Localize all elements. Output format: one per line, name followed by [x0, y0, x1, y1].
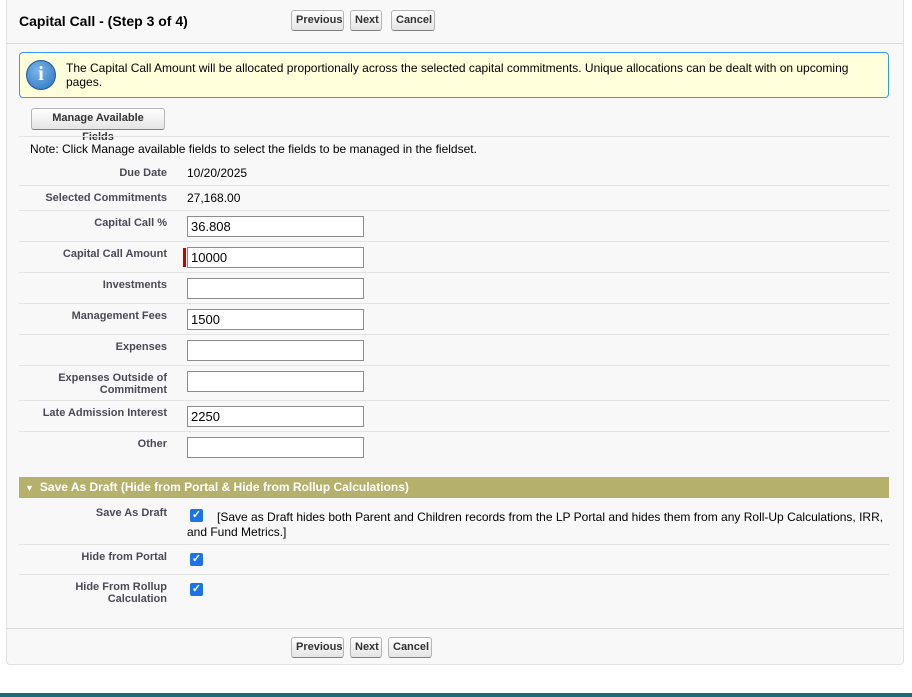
divider — [19, 574, 889, 575]
investments-label: Investments — [102, 279, 167, 291]
top-cancel-button[interactable]: Cancel — [391, 10, 435, 31]
hide-from-rollup-label-line1: Hide From Rollup — [75, 581, 167, 593]
manage-available-fields-button[interactable]: Manage Available Fields — [31, 108, 165, 143]
save-as-draft-label: Save As Draft — [95, 507, 167, 519]
divider — [19, 210, 889, 211]
info-message-text: The Capital Call Amount will be allocate… — [66, 61, 849, 89]
capital-call-pct-input[interactable] — [187, 216, 364, 237]
divider — [19, 185, 889, 186]
hide-from-rollup-label-line2: Calculation — [107, 593, 167, 605]
top-previous-button[interactable]: Previous — [291, 10, 344, 31]
late-admission-interest-input[interactable] — [187, 406, 364, 427]
hide-from-rollup-checkbox[interactable]: ✓ — [190, 583, 203, 596]
expenses-outside-label-line2: Commitment — [99, 384, 167, 396]
expenses-outside-label: Expenses Outside of Commitment — [7, 372, 167, 396]
save-as-draft-section-header[interactable]: ▼ Save As Draft (Hide from Portal & Hide … — [19, 477, 889, 498]
divider — [19, 272, 889, 273]
late-admission-interest-label: Late Admission Interest — [42, 407, 167, 419]
other-input[interactable] — [187, 437, 364, 458]
investments-input[interactable] — [187, 278, 364, 299]
page-title: Capital Call - (Step 3 of 4) — [19, 13, 188, 29]
hide-from-portal-checkbox[interactable]: ✓ — [190, 553, 203, 566]
bottom-previous-button[interactable]: Previous — [291, 637, 344, 658]
selected-commitments-value: 27,168.00 — [187, 191, 241, 205]
divider — [19, 136, 889, 137]
divider — [19, 303, 889, 304]
selected-commitments-label: Selected Commitments — [45, 192, 167, 204]
divider — [19, 544, 889, 545]
divider — [19, 241, 889, 242]
divider — [19, 431, 889, 432]
hide-from-rollup-label: Hide From Rollup Calculation — [7, 581, 167, 605]
due-date-value: 10/20/2025 — [187, 166, 248, 180]
save-as-draft-help-line2: and Fund Metrics.] — [187, 525, 287, 539]
info-icon: i — [26, 60, 56, 90]
divider — [19, 400, 889, 401]
footer-divider — [7, 628, 903, 629]
info-message: i The Capital Call Amount will be alloca… — [19, 52, 889, 98]
save-as-draft-help-line1: [Save as Draft hides both Parent and Chi… — [217, 510, 884, 524]
save-as-draft-section-title: Save As Draft (Hide from Portal & Hide f… — [39, 480, 409, 494]
top-next-button[interactable]: Next — [350, 10, 382, 31]
save-as-draft-help: [Save as Draft hides both Parent and Chi… — [187, 510, 887, 540]
capital-call-amount-label: Capital Call Amount — [62, 248, 167, 260]
window-bottom-border — [0, 693, 912, 697]
expenses-outside-input[interactable] — [187, 371, 364, 392]
management-fees-input[interactable] — [187, 309, 364, 330]
capital-call-panel: Capital Call - (Step 3 of 4) Previous Ne… — [6, 0, 904, 665]
hide-from-portal-label: Hide from Portal — [81, 551, 167, 563]
management-fees-label: Management Fees — [71, 310, 167, 322]
expenses-outside-label-line1: Expenses Outside of — [58, 372, 167, 384]
fieldset-note: Note: Click Manage available fields to s… — [30, 142, 477, 156]
capital-call-amount-input[interactable] — [187, 247, 364, 268]
expenses-label: Expenses — [115, 341, 167, 353]
bottom-cancel-button[interactable]: Cancel — [388, 637, 432, 658]
collapse-triangle-icon: ▼ — [25, 483, 34, 493]
expenses-input[interactable] — [187, 340, 364, 361]
other-label: Other — [137, 438, 167, 450]
page-header: Capital Call - (Step 3 of 4) Previous Ne… — [7, 0, 903, 44]
required-marker — [183, 248, 186, 267]
divider — [19, 334, 889, 335]
due-date-label: Due Date — [119, 167, 167, 179]
bottom-next-button[interactable]: Next — [350, 637, 382, 658]
capital-call-pct-label: Capital Call % — [94, 217, 167, 229]
divider — [19, 365, 889, 366]
